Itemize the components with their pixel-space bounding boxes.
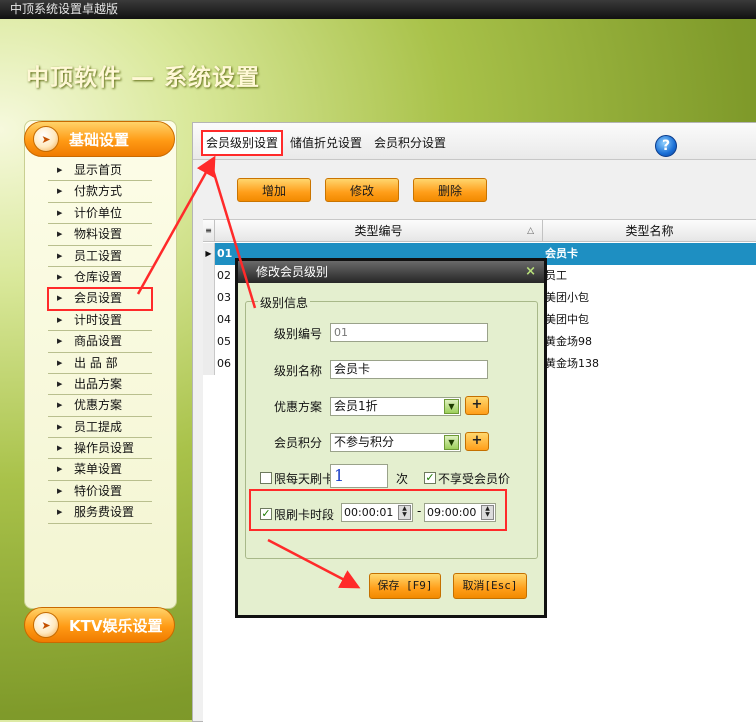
sidebar-item[interactable]: 员工提成 xyxy=(48,417,152,439)
discount-plan-value: 会员1折 xyxy=(334,399,378,413)
sidebar-item[interactable]: 显示首页 xyxy=(48,160,152,182)
member-points-label: 会员积分 xyxy=(274,436,323,450)
sidebar-section-ktv[interactable]: ➤ KTV娱乐设置 xyxy=(24,607,175,643)
no-member-price-label: 不享受会员价 xyxy=(438,472,511,486)
row-marker xyxy=(203,287,215,309)
sidebar-item[interactable]: 商品设置 xyxy=(48,331,152,353)
sidebar-item[interactable]: 优惠方案 xyxy=(48,395,152,417)
section-arrow-icon: ➤ xyxy=(33,612,59,638)
sidebar-item[interactable]: 付款方式 xyxy=(48,181,152,203)
time-limit-highlight xyxy=(249,489,507,531)
chevron-down-icon[interactable]: ▼ xyxy=(444,435,459,450)
level-code-label: 级别编号 xyxy=(274,327,323,341)
tab-stored-value[interactable]: 储值折兑设置 xyxy=(287,131,365,155)
sidebar-item[interactable]: 特价设置 xyxy=(48,481,152,503)
tab-bar: 会员级别设置 储值折兑设置 会员积分设置 ? xyxy=(193,123,756,160)
tab-member-points[interactable]: 会员积分设置 xyxy=(371,131,449,155)
level-code-input[interactable]: 01 xyxy=(330,323,488,342)
current-row-icon: ▶ xyxy=(203,243,215,265)
sidebar-item[interactable]: 服务费设置 xyxy=(48,502,152,524)
edit-button[interactable]: 修改 xyxy=(325,178,399,202)
row-name: 员工 xyxy=(545,269,567,282)
column-header-code[interactable]: 类型编号 △ xyxy=(215,220,543,242)
row-marker xyxy=(203,331,215,353)
add-points-rule-button[interactable]: + xyxy=(465,432,489,451)
save-button[interactable]: 保存 [F9] xyxy=(369,573,441,599)
member-points-select[interactable]: 不参与积分 ▼ xyxy=(330,433,461,452)
discount-plan-label: 优惠方案 xyxy=(274,400,323,414)
cancel-button[interactable]: 取消[Esc] xyxy=(453,573,527,599)
help-icon[interactable]: ? xyxy=(655,135,677,157)
delete-button[interactable]: 删除 xyxy=(413,178,487,202)
dialog-title: 修改会员级别 xyxy=(256,265,329,279)
add-discount-plan-button[interactable]: + xyxy=(465,396,489,415)
close-icon[interactable]: × xyxy=(525,261,536,283)
no-member-price-checkbox[interactable]: ✓ xyxy=(424,472,436,484)
group-legend: 级别信息 xyxy=(258,294,311,311)
app-title: 中顶软件 — 系统设置 xyxy=(26,65,261,91)
sidebar-item[interactable]: 物料设置 xyxy=(48,224,152,246)
sidebar-list: 显示首页 付款方式 计价单位 物料设置 员工设置 仓库设置 会员设置 计时设置 … xyxy=(47,160,153,524)
tab-member-level[interactable]: 会员级别设置 xyxy=(201,130,284,156)
sidebar-item[interactable]: 出品方案 xyxy=(48,374,152,396)
daily-limit-checkbox[interactable] xyxy=(260,472,272,484)
add-button[interactable]: 增加 xyxy=(237,178,311,202)
dialog-titlebar: 修改会员级别 × xyxy=(238,261,544,283)
column-header-name[interactable]: 类型名称 xyxy=(543,220,756,242)
sidebar-item[interactable]: 仓库设置 xyxy=(48,267,152,289)
sidebar-section-basic[interactable]: ➤ 基础设置 xyxy=(24,121,175,157)
row-name: 美团小包 xyxy=(545,291,589,304)
daily-limit-input[interactable]: 1 xyxy=(330,464,388,488)
edit-member-level-dialog: 修改会员级别 × 级别信息 级别编号 01 级别名称 会员卡 优惠方案 会员1折… xyxy=(235,258,547,618)
sidebar-item[interactable]: 员工设置 xyxy=(48,246,152,267)
row-indicator-header: ≡ xyxy=(203,220,215,242)
window-titlebar: 中顶系统设置卓越版 xyxy=(0,0,756,19)
daily-limit-label: 限每天刷卡 xyxy=(274,472,335,486)
sidebar-section-label: 基础设置 xyxy=(69,130,130,149)
row-name: 会员卡 xyxy=(545,247,578,260)
row-marker xyxy=(203,353,215,375)
sidebar-section-label: KTV娱乐设置 xyxy=(69,616,163,635)
level-name-input[interactable]: 会员卡 xyxy=(330,360,488,379)
row-name: 美团中包 xyxy=(545,313,589,326)
row-marker xyxy=(203,265,215,287)
level-name-label: 级别名称 xyxy=(274,364,323,378)
row-name: 黄金场98 xyxy=(545,335,592,348)
member-points-value: 不参与积分 xyxy=(334,435,395,449)
daily-limit-unit: 次 xyxy=(396,472,409,486)
sidebar-item-member-settings[interactable]: 会员设置 xyxy=(47,287,153,311)
section-arrow-icon: ➤ xyxy=(33,126,59,152)
discount-plan-select[interactable]: 会员1折 ▼ xyxy=(330,397,461,416)
row-marker xyxy=(203,309,215,331)
sidebar-item[interactable]: 操作员设置 xyxy=(48,438,152,460)
sidebar-item[interactable]: 出 品 部 xyxy=(48,353,152,374)
sidebar-item[interactable]: 计时设置 xyxy=(48,310,152,332)
sidebar-item[interactable]: 计价单位 xyxy=(48,203,152,225)
chevron-down-icon[interactable]: ▼ xyxy=(444,399,459,414)
row-name: 黄金场138 xyxy=(545,357,599,370)
sidebar-item[interactable]: 菜单设置 xyxy=(48,459,152,481)
